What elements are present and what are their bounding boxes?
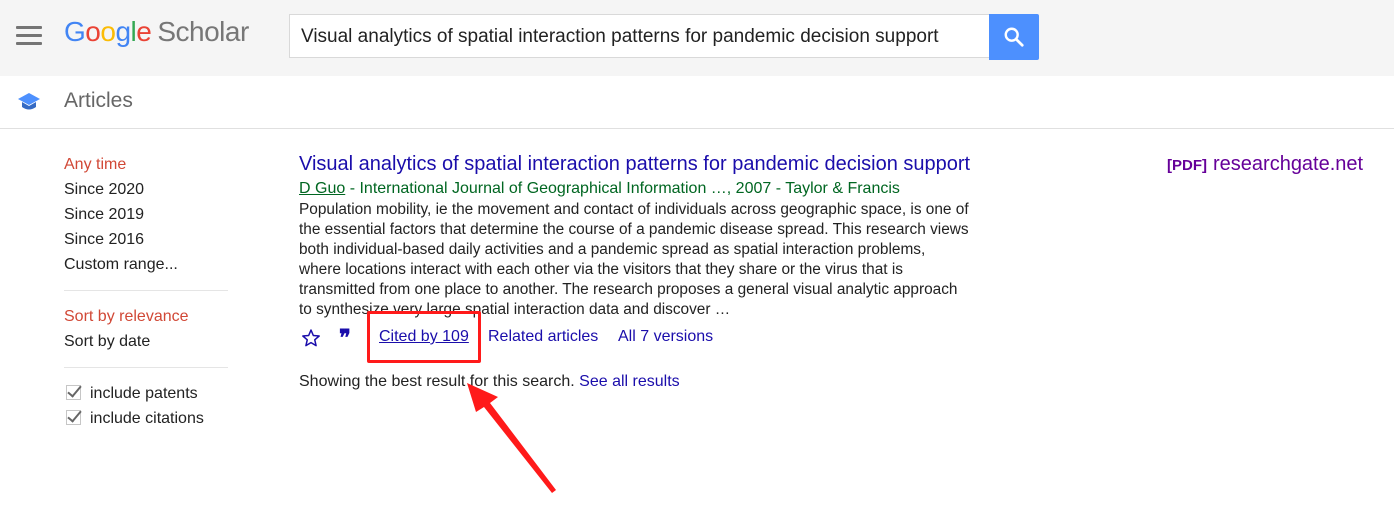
search-button[interactable]	[989, 14, 1039, 60]
sidebar-divider	[64, 367, 228, 368]
logo-letter: o	[100, 16, 116, 47]
pdf-tag: [PDF]	[1167, 157, 1207, 174]
articles-bar: Articles	[0, 76, 1394, 129]
result-meta: D Guo - International Journal of Geograp…	[299, 180, 1379, 198]
menu-icon[interactable]	[16, 26, 42, 46]
include-patents-label: include patents	[90, 385, 198, 402]
related-articles-link[interactable]: Related articles	[488, 325, 598, 349]
include-citations-label: include citations	[90, 410, 204, 427]
sidebar-divider	[64, 290, 228, 291]
graduation-cap-icon[interactable]	[17, 90, 41, 114]
search-icon	[1004, 27, 1024, 47]
google-scholar-logo[interactable]: Google Scholar	[64, 16, 249, 48]
best-result-note: Showing the best result for this search.…	[299, 373, 680, 391]
articles-title[interactable]: Articles	[64, 89, 133, 113]
checkbox-checked-icon[interactable]	[66, 410, 81, 425]
best-result-text: Showing the best result for this search.	[299, 373, 575, 390]
include-patents-checkbox[interactable]: include patents	[64, 381, 228, 406]
filter-custom-range[interactable]: Custom range...	[64, 252, 228, 277]
include-citations-checkbox[interactable]: include citations	[64, 406, 228, 431]
checkbox-checked-icon[interactable]	[66, 385, 81, 400]
annotation-highlight-box	[367, 311, 481, 363]
result-publication: - International Journal of Geographical …	[345, 180, 900, 197]
pdf-source: researchgate.net	[1213, 153, 1364, 175]
star-icon[interactable]	[301, 328, 321, 348]
search-input[interactable]: Visual analytics of spatial interaction …	[289, 14, 989, 58]
result-author-link[interactable]: D Guo	[299, 180, 345, 197]
quote-icon[interactable]: ❞	[339, 326, 351, 350]
filter-since-2016[interactable]: Since 2016	[64, 227, 228, 252]
logo-scholar-word: Scholar	[157, 16, 249, 47]
filter-any-time[interactable]: Any time	[64, 152, 228, 177]
header-bar: Google Scholar Visual analytics of spatia…	[0, 0, 1394, 76]
sidebar: Any time Since 2020 Since 2019 Since 201…	[64, 152, 228, 431]
logo-letter: G	[64, 16, 86, 47]
all-versions-link[interactable]: All 7 versions	[618, 325, 713, 349]
sort-by-relevance[interactable]: Sort by relevance	[64, 304, 228, 329]
logo-letter: o	[85, 16, 101, 47]
logo-letter: e	[136, 16, 152, 47]
logo-letter: g	[115, 16, 131, 47]
pdf-link[interactable]: [PDF] researchgate.net	[1167, 153, 1363, 176]
sort-by-date[interactable]: Sort by date	[64, 329, 228, 354]
filter-since-2020[interactable]: Since 2020	[64, 177, 228, 202]
filter-since-2019[interactable]: Since 2019	[64, 202, 228, 227]
see-all-results-link[interactable]: See all results	[579, 373, 680, 390]
result-snippet: Population mobility, ie the movement and…	[299, 201, 969, 318]
